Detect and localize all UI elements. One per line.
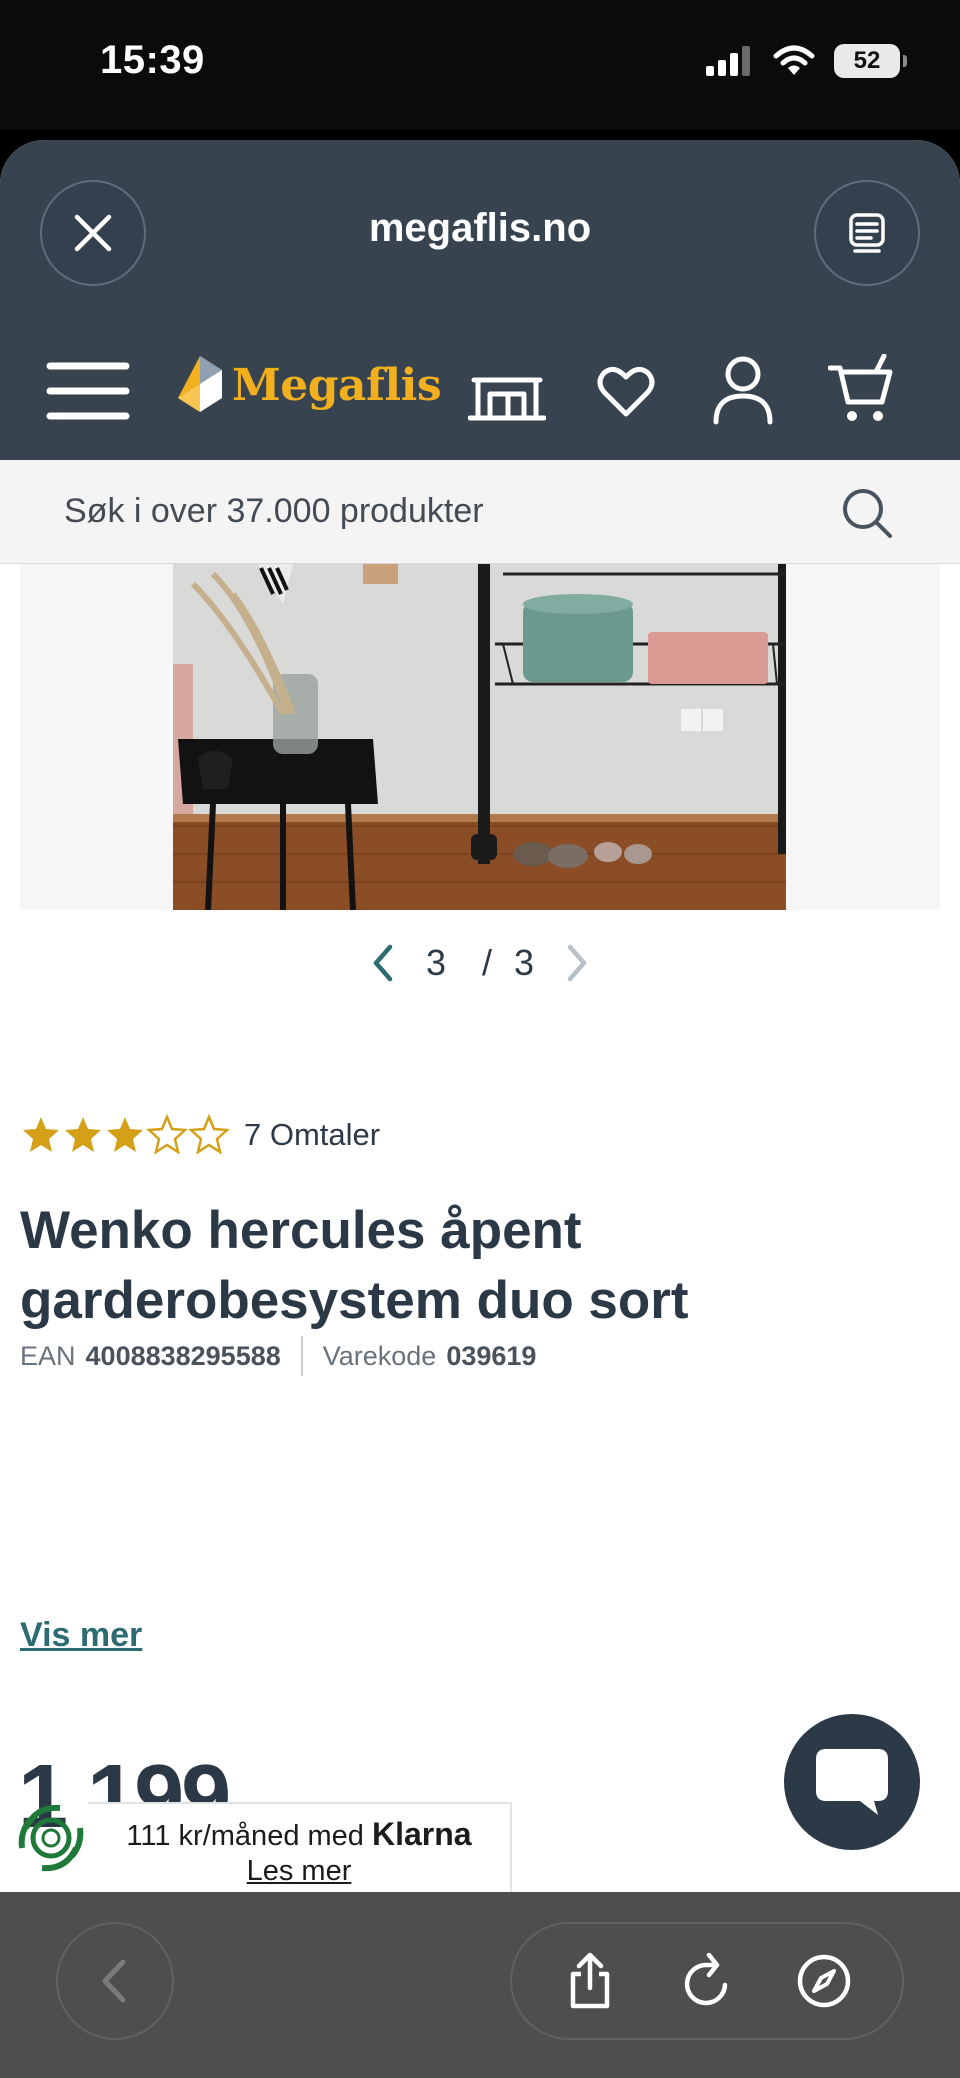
ean-label: EAN xyxy=(20,1340,76,1371)
browser-sheet: megaflis.no Megaflis Søk i over 37.000 p… xyxy=(0,140,960,2078)
hamburger-menu-icon[interactable] xyxy=(46,358,130,424)
browser-toolbar xyxy=(0,1892,960,2078)
klarna-read-more-link[interactable]: Les mer xyxy=(88,1855,510,1888)
review-count[interactable]: 7 Omtaler xyxy=(244,1117,380,1153)
codes-divider xyxy=(300,1336,303,1376)
product-gallery[interactable] xyxy=(20,564,940,910)
chevron-left-icon xyxy=(102,1959,126,2003)
show-more-link[interactable]: Vis mer xyxy=(20,1616,142,1655)
ean-value: 4008838295588 xyxy=(85,1340,281,1371)
status-bar: 15:39 52 xyxy=(0,0,960,130)
sku-label: Varekode xyxy=(322,1340,437,1371)
reload-button[interactable] xyxy=(667,1941,747,2021)
status-time: 15:39 xyxy=(100,38,205,82)
product-title: Wenko hercules åpent garderobesystem duo… xyxy=(20,1201,689,1330)
search-icon[interactable] xyxy=(840,486,894,540)
klarna-text: 111 kr/måned med Klarna xyxy=(88,1816,510,1853)
battery-indicator: 52 xyxy=(834,44,907,78)
site-logo[interactable]: Megaflis xyxy=(176,354,442,416)
status-icons: 52 xyxy=(704,44,907,78)
megaflis-logo-mark xyxy=(178,356,222,412)
share-icon xyxy=(571,1952,610,2009)
search-bar[interactable]: Søk i over 37.000 produkter xyxy=(0,460,960,564)
cart-icon[interactable] xyxy=(828,354,894,426)
klarna-financing-box[interactable]: 111 kr/måned med Klarna Les mer xyxy=(88,1802,512,1898)
user-icon[interactable] xyxy=(712,354,774,426)
compass-icon xyxy=(797,1954,850,2008)
pager-separator: / xyxy=(481,942,492,984)
reader-view-icon xyxy=(849,213,885,253)
chat-button[interactable] xyxy=(784,1714,920,1850)
product-photo[interactable] xyxy=(173,564,786,910)
safari-button[interactable] xyxy=(784,1941,864,2021)
back-button[interactable] xyxy=(56,1922,174,2040)
site-header: megaflis.no Megaflis xyxy=(0,140,960,460)
share-button[interactable] xyxy=(550,1941,630,2021)
sku-value: 039619 xyxy=(446,1340,537,1371)
wifi-icon xyxy=(773,45,815,75)
klarna-monthly-text: 111 kr/måned med xyxy=(126,1820,364,1852)
reader-view-button[interactable] xyxy=(814,180,920,286)
star-rating-icon xyxy=(23,1115,229,1154)
cellular-signal-icon xyxy=(706,46,750,76)
reload-icon xyxy=(684,1953,728,2006)
brand-name: Megaflis xyxy=(232,359,442,411)
chat-bubble-icon xyxy=(816,1749,888,1815)
chevron-right-icon[interactable] xyxy=(562,943,592,983)
search-input[interactable]: Søk i over 37.000 produkter xyxy=(64,492,484,531)
heart-icon[interactable] xyxy=(596,362,656,422)
recycle-badge-icon xyxy=(18,1804,84,1872)
toolbar-actions xyxy=(510,1922,904,2040)
chevron-left-icon[interactable] xyxy=(368,943,398,983)
product-codes: EAN 4008838295588 Varekode 039619 xyxy=(20,1336,536,1376)
klarna-brand: Klarna xyxy=(371,1816,472,1852)
pager-total: 3 xyxy=(514,942,535,984)
store-icon[interactable] xyxy=(468,368,546,424)
pager-current: 3 xyxy=(425,942,446,984)
product-rating[interactable]: 7 Omtaler xyxy=(20,1114,380,1156)
gallery-pager: 3 / 3 xyxy=(0,940,960,984)
